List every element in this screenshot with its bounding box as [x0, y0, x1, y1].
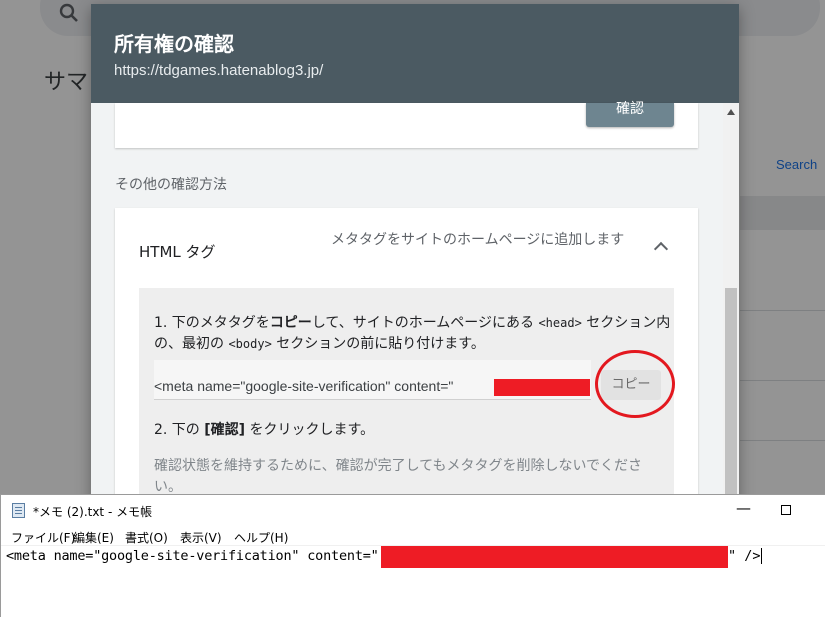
step1-instruction: 1. 下のメタタグをコピーして、サイトのホームページにある <head> セクシ… — [154, 315, 671, 352]
redaction-mark — [381, 546, 728, 568]
ownership-verification-dialog: 所有権の確認 https://tdgames.hatenablog3.jp/ 確… — [91, 4, 739, 524]
notepad-text-end: " /> — [728, 548, 761, 564]
meta-tag-field[interactable]: <meta name="google-site-verification" co… — [154, 360, 591, 400]
scroll-up-arrow-icon[interactable] — [727, 109, 735, 115]
notepad-text: <meta name="google-site-verification" co… — [6, 548, 379, 564]
menu-help[interactable]: ヘルプ(H) — [234, 529, 288, 546]
dialog-scrollbar[interactable] — [723, 103, 739, 524]
menu-edit[interactable]: 編集(E) — [73, 529, 114, 546]
html-tag-instructions: 1. 下のメタタグをコピーして、サイトのホームページにある <head> セクシ… — [139, 288, 675, 524]
html-tag-label[interactable]: HTML タグ — [139, 241, 216, 262]
confirm-button[interactable]: 確認 — [586, 102, 674, 127]
scroll-thumb[interactable] — [725, 288, 737, 524]
menu-format[interactable]: 書式(O) — [125, 529, 168, 546]
html-tag-method-card: HTML タグ メタタグをサイトのホームページに追加します 1. 下のメタタグを… — [115, 208, 698, 524]
step2-instruction: 2. 下の [確認] をクリックします。 — [154, 422, 375, 438]
notepad-window: *メモ (2).txt - メモ帳 — ファイル(F) 編集(E) 書式(O) … — [0, 494, 825, 617]
menu-file[interactable]: ファイル(F) — [11, 529, 75, 546]
recommended-method-card: 確認 — [115, 102, 698, 148]
notepad-title: *メモ (2).txt - メモ帳 — [33, 505, 153, 519]
dialog-header: 所有権の確認 https://tdgames.hatenablog3.jp/ — [91, 4, 739, 103]
minimize-icon[interactable]: — — [736, 501, 751, 516]
notepad-text-area[interactable]: <meta name="google-site-verification" co… — [1, 545, 825, 617]
keep-meta-note: 確認状態を維持するために、確認が完了してもメタタグを削除しないでください。 — [154, 458, 643, 495]
meta-tag-text: <meta name="google-site-verification" co… — [154, 378, 454, 394]
menu-view[interactable]: 表示(V) — [180, 529, 222, 546]
text-caret — [761, 548, 762, 564]
dialog-title: 所有権の確認 — [114, 32, 234, 56]
annotation-circle — [595, 350, 675, 418]
dialog-site-url: https://tdgames.hatenablog3.jp/ — [114, 62, 324, 79]
maximize-icon[interactable] — [781, 505, 791, 515]
chevron-up-icon[interactable] — [653, 241, 669, 257]
html-tag-description: メタタグをサイトのホームページに追加します — [331, 232, 625, 248]
other-methods-heading: その他の確認方法 — [115, 177, 227, 193]
redaction-mark — [494, 379, 590, 396]
notepad-menubar: ファイル(F) 編集(E) 書式(O) 表示(V) ヘルプ(H) — [1, 525, 825, 545]
notepad-icon — [12, 503, 25, 518]
notepad-titlebar[interactable]: *メモ (2).txt - メモ帳 — — [1, 495, 825, 525]
